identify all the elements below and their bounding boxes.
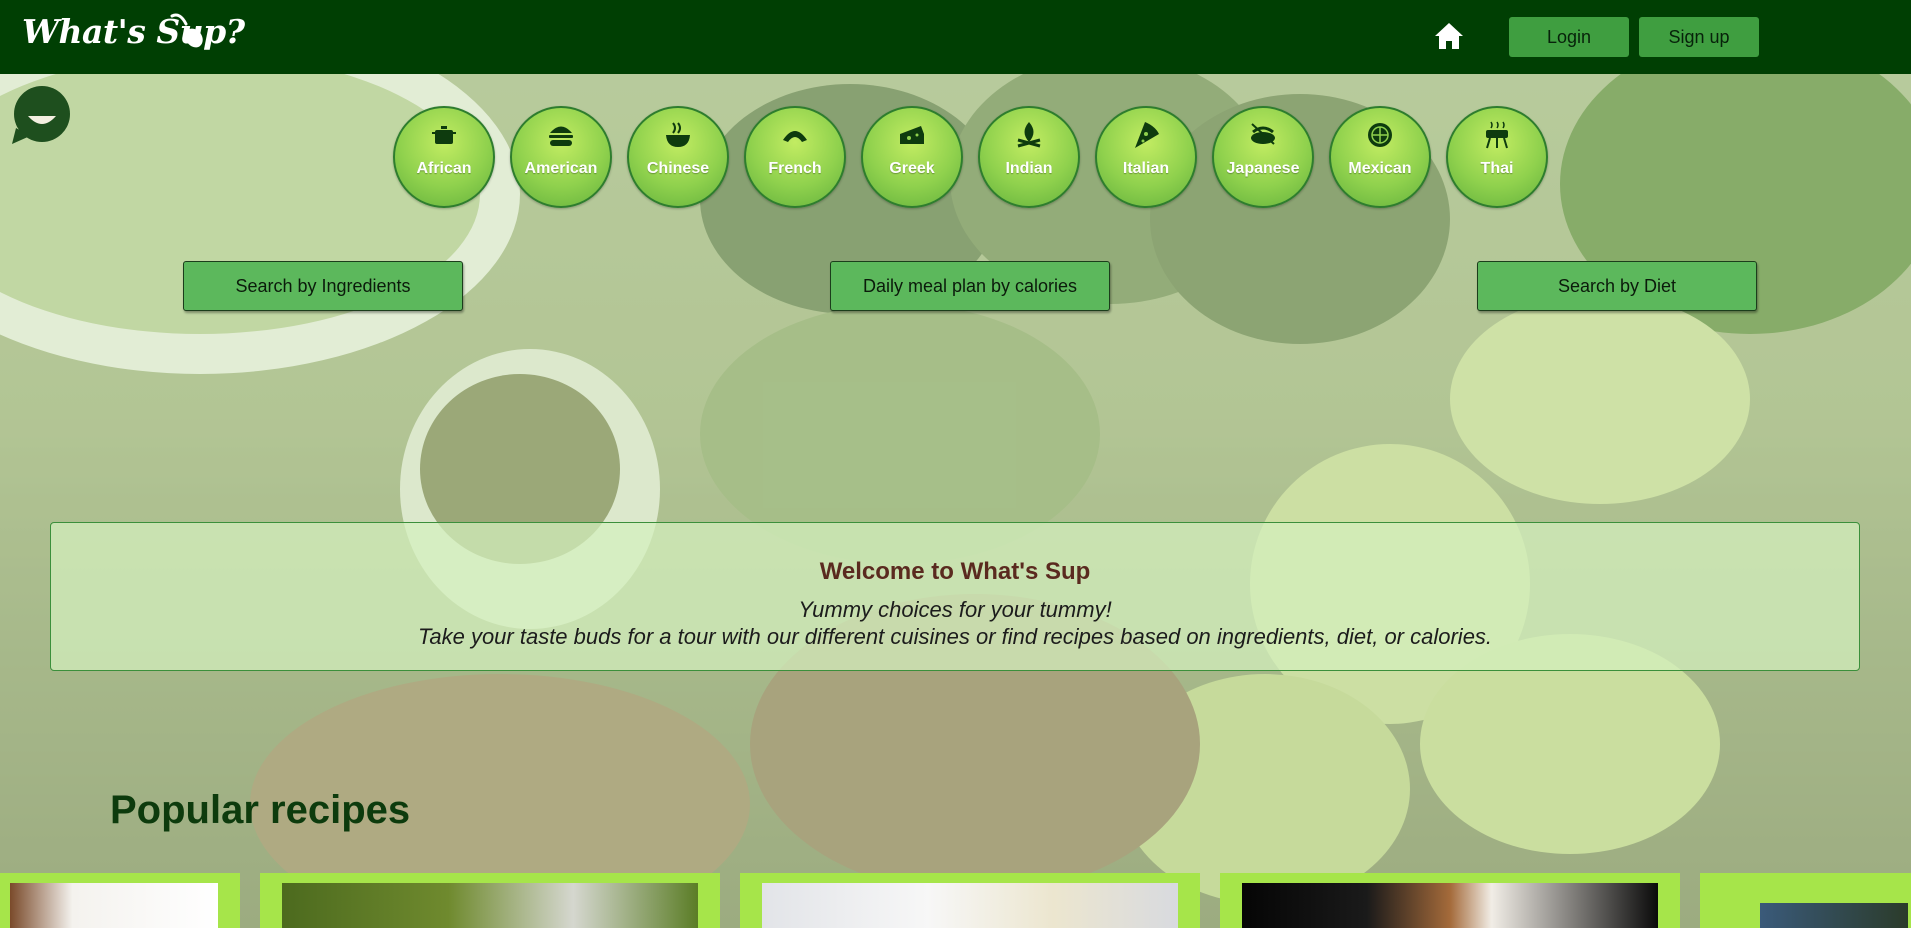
recipe-card[interactable] xyxy=(1220,873,1680,928)
cuisine-label: Italian xyxy=(1122,160,1170,177)
cuisine-label: African xyxy=(416,160,472,177)
top-navbar: What's Sup? Login Sign up xyxy=(0,0,1911,74)
pizza-icon xyxy=(1135,122,1159,148)
recipe-image xyxy=(10,883,218,928)
cuisine-label: Thai xyxy=(1480,160,1514,177)
recipe-image xyxy=(282,883,698,928)
cuisine-japanese[interactable]: Japanese xyxy=(1212,106,1314,208)
cheese-icon xyxy=(900,126,924,144)
cuisine-african[interactable]: African xyxy=(393,106,495,208)
recipe-image xyxy=(762,883,1178,928)
lime-icon xyxy=(1368,123,1392,147)
recipe-card[interactable] xyxy=(740,873,1200,928)
cuisine-italian[interactable]: Italian xyxy=(1095,106,1197,208)
noodle-bowl-icon xyxy=(666,122,690,147)
cuisine-chinese[interactable]: Chinese xyxy=(627,106,729,208)
burger-icon xyxy=(549,126,573,146)
cuisine-label: Japanese xyxy=(1226,160,1300,177)
recipe-card[interactable] xyxy=(1700,873,1911,928)
campfire-icon xyxy=(1017,122,1041,148)
cuisine-greek[interactable]: Greek xyxy=(861,106,963,208)
pot-icon xyxy=(432,126,456,144)
recipe-card[interactable] xyxy=(0,873,240,928)
cuisine-french[interactable]: French xyxy=(744,106,846,208)
chat-icon[interactable] xyxy=(12,86,72,144)
welcome-title: Welcome to What's Sup xyxy=(819,558,1091,585)
grill-icon xyxy=(1486,121,1508,149)
site-logo[interactable]: What's Sup? xyxy=(22,12,245,51)
cuisine-mexican[interactable]: Mexican xyxy=(1329,106,1431,208)
cuisine-label: Chinese xyxy=(646,160,710,177)
spoon-icon xyxy=(170,13,203,48)
cuisine-thai[interactable]: Thai xyxy=(1446,106,1548,208)
search-by-ingredients-button[interactable]: Search by Ingredients xyxy=(183,261,463,311)
cuisine-label: American xyxy=(524,160,598,177)
recipe-card[interactable] xyxy=(260,873,720,928)
login-button[interactable]: Login xyxy=(1509,17,1629,57)
sushi-icon xyxy=(1251,123,1275,145)
cuisine-label: Mexican xyxy=(1348,160,1412,177)
home-icon[interactable] xyxy=(1433,20,1465,52)
popular-recipes-heading: Popular recipes xyxy=(110,788,411,832)
search-by-diet-button[interactable]: Search by Diet xyxy=(1477,261,1757,311)
welcome-tagline: Yummy choices for your tummy! xyxy=(798,597,1112,622)
welcome-description: Take your taste buds for a tour with our… xyxy=(417,624,1493,649)
cuisine-label: Greek xyxy=(889,160,935,177)
welcome-banner: Welcome to What's Sup Yummy choices for … xyxy=(50,522,1860,671)
cuisine-american[interactable]: American xyxy=(510,106,612,208)
recipe-image xyxy=(1242,883,1658,928)
recipe-image xyxy=(1760,903,1908,928)
meal-plan-by-calories-button[interactable]: Daily meal plan by calories xyxy=(830,261,1110,311)
cuisine-indian[interactable]: Indian xyxy=(978,106,1080,208)
cuisine-label: Indian xyxy=(1005,160,1053,177)
cuisine-label: French xyxy=(768,160,822,177)
signup-button[interactable]: Sign up xyxy=(1639,17,1759,57)
croissant-icon xyxy=(783,131,807,142)
